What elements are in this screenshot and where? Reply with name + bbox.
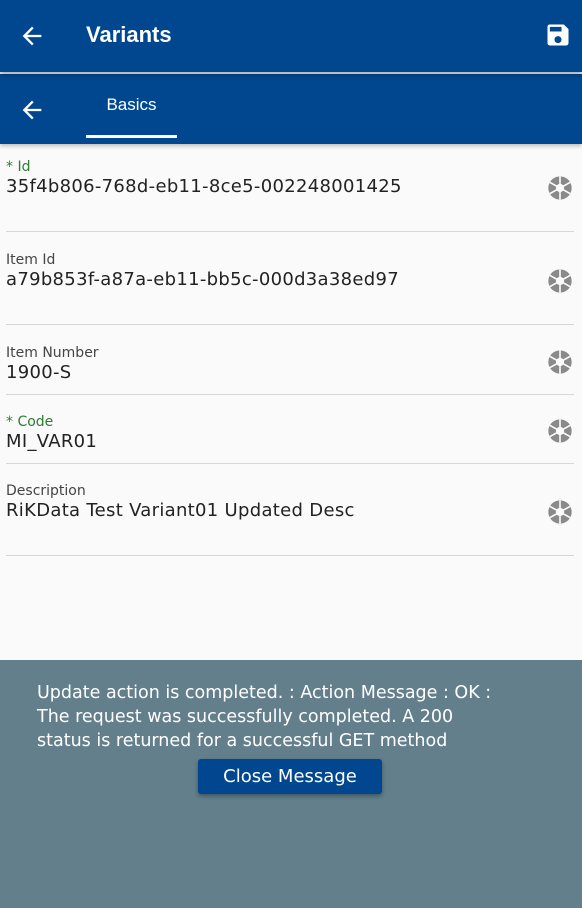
tab-bar: Basics (0, 74, 582, 144)
field-item-id: Item Id a79b853f-a87a-eb11-bb5c-000d3a38… (6, 232, 574, 325)
camera-shutter-icon[interactable] (546, 417, 574, 445)
close-message-button[interactable]: Close Message (198, 759, 382, 794)
message-text: Update action is completed. : Action Mes… (37, 681, 567, 753)
app-bar: Variants (0, 0, 582, 72)
field-label: Description (6, 483, 86, 499)
field-label: * Id (6, 159, 31, 175)
field-id: * Id 35f4b806-768d-eb11-8ce5-00224800142… (6, 150, 574, 232)
arrow-left-icon[interactable] (18, 22, 46, 50)
field-value[interactable]: 1900-S (6, 362, 72, 383)
field-label: Item Id (6, 252, 56, 268)
field-item-number: Item Number 1900-S (6, 325, 574, 395)
field-value[interactable]: a79b853f-a87a-eb11-bb5c-000d3a38ed97 (6, 269, 399, 290)
camera-shutter-icon[interactable] (546, 174, 574, 202)
camera-shutter-icon[interactable] (546, 348, 574, 376)
camera-shutter-icon[interactable] (546, 498, 574, 526)
arrow-left-icon[interactable] (18, 96, 46, 124)
field-description: Description RiKData Test Variant01 Updat… (6, 464, 574, 556)
message-line: Update action is completed. : Action Mes… (37, 683, 492, 703)
floppy-disk-icon[interactable] (544, 21, 572, 49)
field-value[interactable]: 35f4b806-768d-eb11-8ce5-002248001425 (6, 176, 402, 197)
tab-basics[interactable]: Basics (86, 74, 177, 138)
page-title: Variants (86, 22, 172, 47)
message-panel: Update action is completed. : Action Mes… (0, 660, 582, 908)
field-label: Item Number (6, 345, 99, 361)
message-line: status is returned for a successful GET … (37, 731, 448, 751)
camera-shutter-icon[interactable] (546, 267, 574, 295)
field-code: * Code MI_VAR01 (6, 395, 574, 464)
field-label: * Code (6, 414, 54, 430)
message-line: The request was successfully completed. … (37, 707, 454, 727)
field-value[interactable]: MI_VAR01 (6, 431, 97, 452)
field-value[interactable]: RiKData Test Variant01 Updated Desc (6, 500, 355, 521)
